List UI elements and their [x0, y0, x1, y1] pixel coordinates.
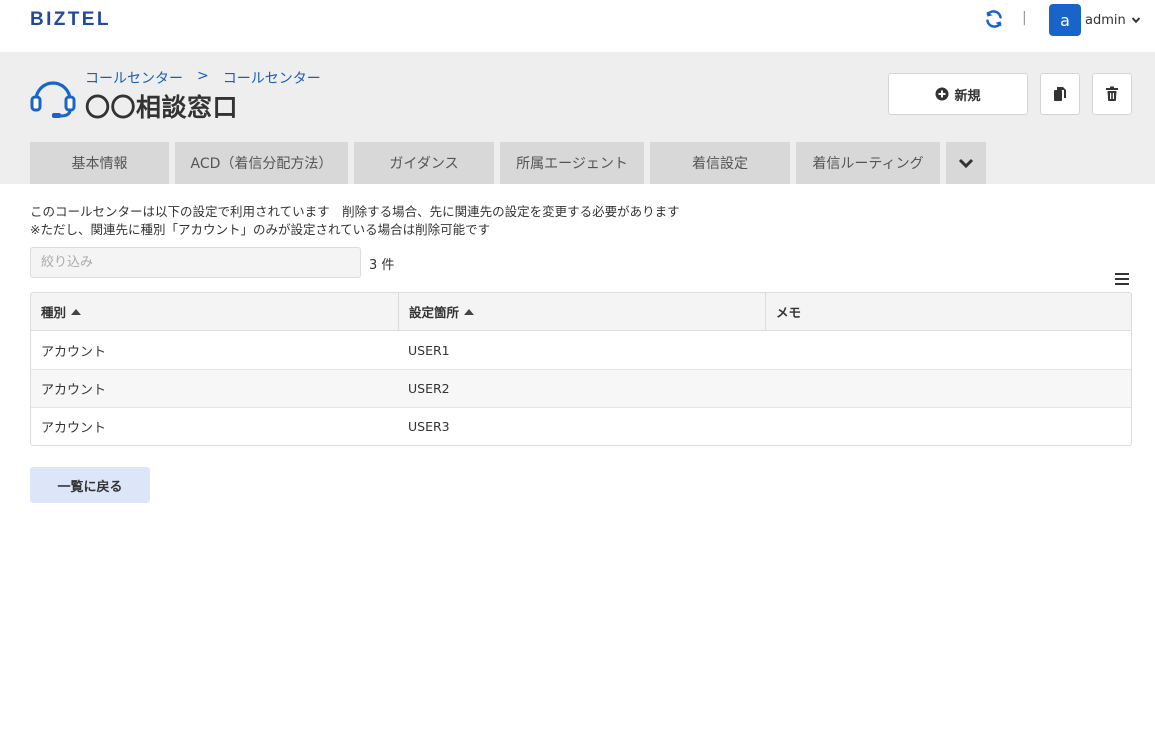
more-tabs-button[interactable]: [946, 142, 986, 184]
table-row[interactable]: アカウント USER3: [31, 407, 1131, 445]
cell-location: USER3: [408, 419, 450, 434]
breadcrumb-call-center-current[interactable]: コールセンター: [223, 68, 321, 88]
column-header-type[interactable]: 種別: [31, 293, 398, 330]
cell-location: USER2: [408, 381, 450, 396]
new-button-label: 新規: [954, 88, 981, 104]
headset-icon: [30, 81, 76, 118]
page-title: 〇〇相談窓口: [85, 93, 239, 122]
notice-line-1: このコールセンターは以下の設定で利用されています 削除する場合、先に関連先の設定…: [30, 204, 680, 219]
tab-incoming-routing[interactable]: 着信ルーティング: [796, 142, 940, 184]
filter-input[interactable]: [30, 247, 361, 278]
table-header: 種別 設定箇所 メモ: [31, 293, 1131, 331]
chevron-down-icon: [1131, 17, 1140, 24]
breadcrumb-call-center[interactable]: コールセンター: [85, 68, 183, 88]
trash-icon: [1106, 86, 1118, 101]
cell-type: アカウント: [41, 383, 107, 398]
refresh-icon[interactable]: [984, 9, 1004, 29]
breadcrumb-separator: >: [197, 68, 209, 84]
copy-button[interactable]: [1040, 73, 1080, 115]
column-header-location[interactable]: 設定箇所: [398, 293, 765, 330]
cell-type: アカウント: [41, 344, 107, 360]
delete-button[interactable]: [1092, 73, 1132, 115]
back-to-list-button[interactable]: 一覧に戻る: [30, 467, 150, 503]
column-header-memo-label: メモ: [776, 305, 802, 320]
sort-up-icon: [71, 309, 82, 315]
column-header-location-label: 設定箇所: [409, 305, 460, 320]
cell-type: アカウント: [41, 421, 107, 436]
biztel-logo[interactable]: BIZTEL: [30, 9, 111, 31]
new-button[interactable]: 新規: [888, 73, 1028, 115]
copy-icon: [1054, 87, 1066, 101]
tab-acd[interactable]: ACD（着信分配方法）: [175, 142, 348, 184]
user-menu[interactable]: a admin: [1049, 4, 1141, 36]
table-row[interactable]: アカウント USER2: [31, 369, 1131, 407]
table-row[interactable]: アカウント USER1: [31, 331, 1131, 369]
top-bar: BIZTEL | a admin: [0, 0, 1155, 52]
sort-up-icon: [464, 309, 475, 315]
avatar: a: [1049, 4, 1081, 36]
tab-agents[interactable]: 所属エージェント: [500, 142, 644, 184]
breadcrumb: コールセンター > コールセンター: [85, 68, 321, 88]
hamburger-icon[interactable]: [1114, 272, 1130, 286]
user-name: admin: [1085, 12, 1126, 28]
column-header-memo: メモ: [765, 293, 1131, 330]
page-header: コールセンター > コールセンター 〇〇相談窓口 新規 基本情報 ACD（着信分…: [0, 52, 1155, 184]
column-header-type-label: 種別: [41, 305, 67, 320]
cell-memo: [765, 408, 1131, 445]
tab-basic-info[interactable]: 基本情報: [30, 142, 169, 184]
chevron-down-icon: [958, 158, 974, 169]
tab-guidance[interactable]: ガイダンス: [354, 142, 494, 184]
usage-table: 種別 設定箇所 メモ アカウント USER1 アカウント USER2 アカウント…: [30, 292, 1132, 446]
plus-circle-icon: [935, 87, 949, 101]
cell-location: USER1: [408, 342, 450, 358]
table-body: アカウント USER1 アカウント USER2 アカウント USER3: [31, 331, 1131, 445]
notice-line-2: ※ただし、関連先に種別「アカウント」のみが設定されている場合は削除可能です: [30, 222, 491, 237]
separator: |: [1022, 10, 1027, 26]
result-count: 3 件: [369, 258, 395, 273]
cell-memo: [765, 331, 1131, 369]
usage-notice: このコールセンターは以下の設定で利用されています 削除する場合、先に関連先の設定…: [30, 203, 680, 239]
tab-incoming-settings[interactable]: 着信設定: [650, 142, 790, 184]
cell-memo: [765, 370, 1131, 407]
